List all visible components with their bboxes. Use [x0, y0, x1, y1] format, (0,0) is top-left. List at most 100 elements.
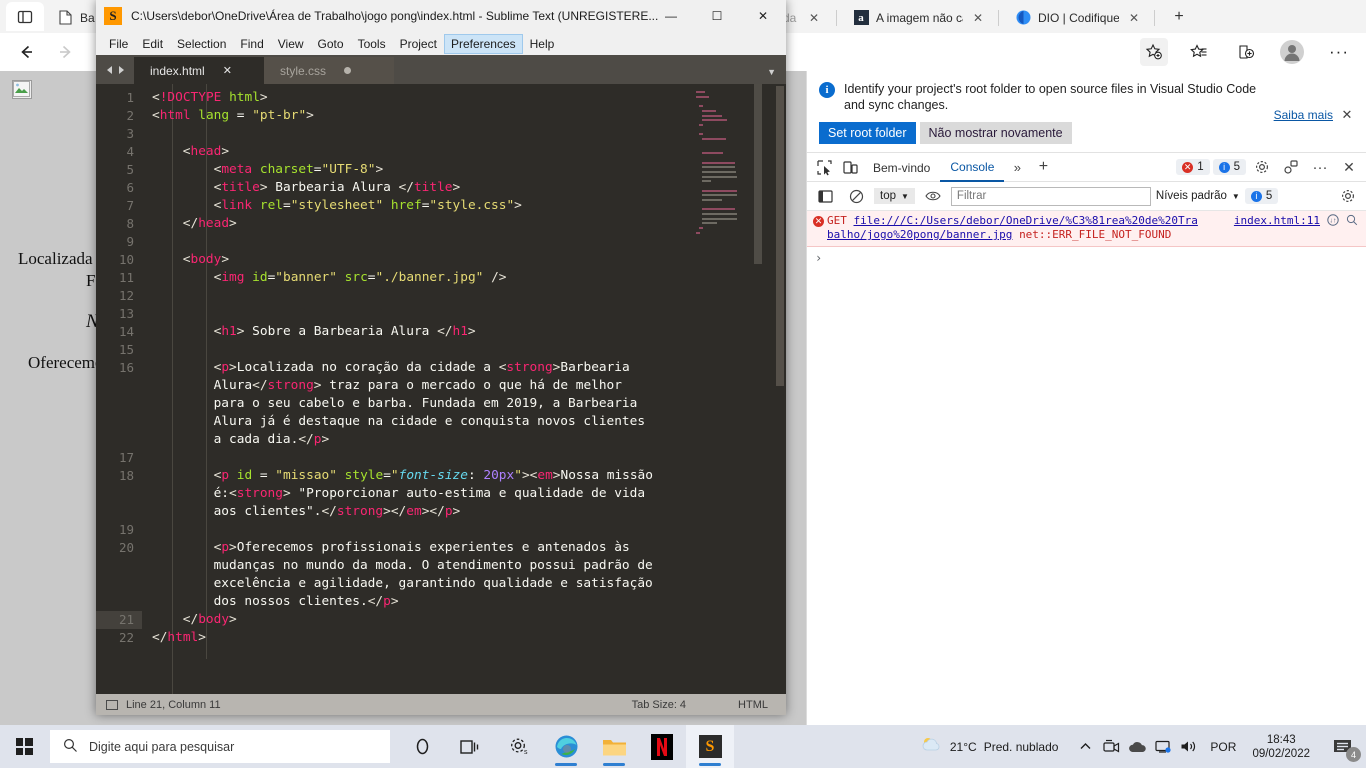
sublime-text-icon[interactable]: S	[686, 725, 734, 768]
tab-close-icon[interactable]: ✕	[970, 10, 986, 26]
menu-help[interactable]: Help	[523, 34, 562, 54]
code-line[interactable]: dos nossos clientes.</p>	[152, 593, 399, 611]
start-button[interactable]	[8, 731, 40, 762]
new-tab-button[interactable]: +	[1160, 2, 1198, 31]
tab-close-icon[interactable]: ✕	[1126, 10, 1142, 26]
console-settings-gear-icon[interactable]	[1335, 184, 1361, 208]
code-line[interactable]: </html>	[152, 629, 206, 647]
menu-tools[interactable]: Tools	[351, 34, 393, 54]
code-line[interactable]: <!DOCTYPE html>	[152, 89, 268, 107]
request-url-line1[interactable]: file:///C:/Users/debor/OneDrive/%C3%81re…	[854, 214, 1198, 227]
menu-preferences[interactable]: Preferences	[443, 33, 523, 54]
live-expression-icon[interactable]	[920, 184, 946, 208]
menu-view[interactable]: View	[271, 34, 311, 54]
menu-find[interactable]: Find	[233, 34, 270, 54]
tab-actions-button[interactable]	[6, 2, 44, 31]
taskbar-clock[interactable]: 18:43 09/02/2022	[1252, 733, 1310, 761]
code-line[interactable]: </body>	[152, 611, 237, 629]
code-line[interactable]: Alura já é destaque na cidade e conquist…	[152, 413, 645, 431]
console-error-message[interactable]: ✕ GET file:///C:/Users/debor/OneDrive/%C3…	[807, 211, 1366, 247]
edge-icon[interactable]	[542, 725, 590, 768]
code-line[interactable]: <meta charset="UTF-8">	[152, 161, 384, 179]
close-button[interactable]: ✕	[740, 0, 786, 32]
cortana-icon[interactable]	[398, 725, 446, 768]
profile-icon[interactable]	[1278, 38, 1306, 66]
language-indicator[interactable]: POR	[1202, 725, 1244, 768]
search-magnifier-icon[interactable]	[1346, 214, 1358, 230]
code-line[interactable]: <head>	[152, 143, 229, 161]
code-line[interactable]: <body>	[152, 251, 229, 269]
console-filter-input[interactable]: Filtrar	[950, 186, 1151, 206]
netflix-icon[interactable]	[638, 725, 686, 768]
code-line[interactable]: <title> Barbearia Alura </title>	[152, 179, 461, 197]
dont-show-again-button[interactable]: Não mostrar novamente	[919, 122, 1072, 144]
code-line[interactable]: <link rel="stylesheet" href="style.css">	[152, 197, 522, 215]
favorite-add-icon[interactable]	[1140, 38, 1168, 66]
settings-more-icon[interactable]: ···	[1325, 38, 1353, 66]
inspect-element-icon[interactable]	[811, 155, 837, 179]
request-url-line2[interactable]: balho/jogo%20pong/banner.jpg	[827, 228, 1012, 241]
volume-icon[interactable]	[1176, 725, 1202, 768]
code-line[interactable]: <img id="banner" src="./banner.jpg" />	[152, 269, 507, 287]
file-tab-style-css[interactable]: style.css	[264, 57, 394, 84]
file-tab-close-icon[interactable]: ✕	[223, 64, 232, 77]
weather-widget[interactable]: 21°C Pred. nublado	[921, 736, 1058, 757]
code-line[interactable]: <p id = "missao" style="font-size: 20px"…	[152, 467, 653, 485]
console-input-prompt[interactable]: ›	[807, 247, 1366, 269]
menu-goto[interactable]: Goto	[311, 34, 351, 54]
code-line[interactable]: <h1> Sobre a Barbearia Alura </h1>	[152, 323, 476, 341]
browser-tab-3[interactable]: DIO | Codifique o ✕	[1006, 3, 1148, 32]
code-line[interactable]: <p>Oferecemos profissionais experientes …	[152, 539, 630, 557]
add-panel-icon[interactable]: +	[1030, 155, 1056, 179]
sidebar-toggle-icon[interactable]	[106, 699, 118, 710]
sublime-code-editor[interactable]: 1 2 3 4 5 6 7 8 9 10 11 12 13 14 15 16 17 18 19 20 21 22 <!DO…	[96, 84, 786, 694]
back-arrow-icon[interactable]	[12, 38, 40, 66]
notification-center-button[interactable]: 4	[1320, 725, 1366, 768]
favorites-icon[interactable]	[1185, 38, 1213, 66]
code-line[interactable]: é:<strong> "Proporcionar auto-estima e q…	[152, 485, 646, 503]
source-reference-link[interactable]: index.html:11	[1234, 214, 1320, 228]
editor-vertical-scrollbar[interactable]	[776, 86, 784, 386]
levels-info-badge[interactable]: i 5	[1244, 188, 1279, 204]
close-notification-icon[interactable]: ✕	[1340, 107, 1354, 123]
code-line[interactable]: Alura</strong> traz para o mercado o que…	[152, 377, 622, 395]
code-line[interactable]: excelência e agilidade, garantindo quali…	[152, 575, 653, 593]
javascript-context-select[interactable]: top ▼	[874, 188, 915, 204]
menu-edit[interactable]: Edit	[135, 34, 170, 54]
learn-more-link[interactable]: Saiba mais	[1274, 108, 1333, 122]
log-levels-select[interactable]: Níveis padrão ▼	[1156, 190, 1240, 202]
network-info-icon[interactable]: ↓↑	[1327, 214, 1339, 230]
syntax-indicator[interactable]: HTML	[738, 699, 768, 711]
close-devtools-icon[interactable]: ✕	[1336, 155, 1362, 179]
menu-selection[interactable]: Selection	[170, 34, 233, 54]
network-icon[interactable]	[1150, 725, 1176, 768]
tab-overflow-menu-icon[interactable]: ▼	[767, 67, 776, 77]
file-tab-index-html[interactable]: index.html ✕	[134, 57, 264, 84]
minimize-button[interactable]: —	[648, 0, 694, 32]
code-text-area[interactable]: <!DOCTYPE html> <html lang = "pt-br"> <hea…	[142, 84, 786, 694]
console-sidebar-icon[interactable]	[812, 184, 838, 208]
code-line[interactable]: <p>Localizada no coração da cidade a <st…	[152, 359, 630, 377]
task-view-icon[interactable]	[446, 725, 494, 768]
minimap-viewport[interactable]	[754, 84, 762, 264]
tab-size-indicator[interactable]: Tab Size: 4	[632, 699, 686, 711]
code-line[interactable]: <html lang = "pt-br">	[152, 107, 314, 125]
code-line[interactable]: </head>	[152, 215, 237, 233]
tab-bem-vindo[interactable]: Bem-vindo	[863, 153, 940, 182]
settings-icon[interactable]: s	[494, 725, 542, 768]
collections-icon[interactable]	[1232, 38, 1260, 66]
device-toolbar-icon[interactable]	[837, 155, 863, 179]
devtools-settings-gear-icon[interactable]	[1249, 155, 1275, 179]
customize-devtools-icon[interactable]	[1278, 155, 1304, 179]
more-tabs-icon[interactable]: »	[1004, 155, 1030, 179]
file-explorer-icon[interactable]	[590, 725, 638, 768]
code-line[interactable]: para o seu cabelo e barba. Fundada em 20…	[152, 395, 638, 413]
taskbar-search-input[interactable]: Digite aqui para pesquisar	[50, 730, 390, 763]
code-line[interactable]: a cada dia.</p>	[152, 431, 330, 449]
show-hidden-icons-chevron-icon[interactable]	[1072, 725, 1098, 768]
browser-tab-2[interactable]: a A imagem não ca ✕	[844, 3, 992, 32]
error-count-badge[interactable]: ✕ 1	[1176, 159, 1210, 175]
tab-close-icon[interactable]: ✕	[806, 10, 822, 26]
code-line[interactable]: aos clientes".</strong></em></p>	[152, 503, 461, 521]
onedrive-cloud-icon[interactable]	[1124, 725, 1150, 768]
